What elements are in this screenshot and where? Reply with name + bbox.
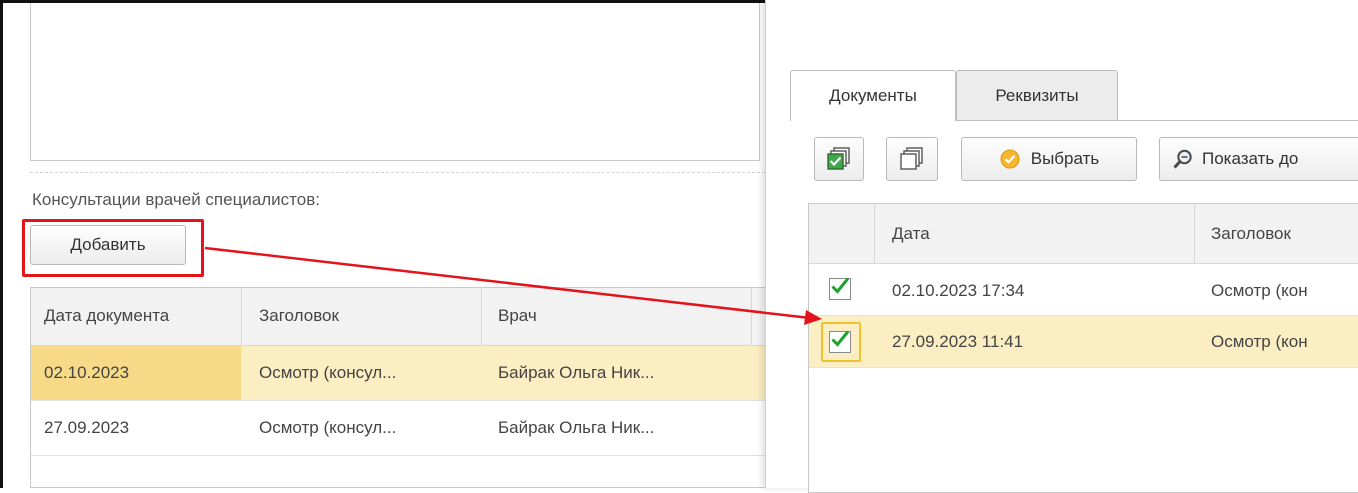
highlight-annotation <box>22 219 204 277</box>
checkmark-icon <box>831 330 850 347</box>
column-header-date[interactable]: Дата <box>892 224 930 244</box>
table-header: Дата документа Заголовок Врач <box>31 288 769 346</box>
column-divider <box>874 204 875 264</box>
row-checkbox[interactable] <box>829 330 851 353</box>
column-header-doctor[interactable]: Врач <box>498 306 537 326</box>
section-label: Консультации врачей специалистов: <box>32 190 320 209</box>
row-title: Осмотр (кон <box>1211 332 1308 351</box>
memo-field[interactable] <box>30 3 760 161</box>
uncheck-all-button[interactable] <box>886 137 938 181</box>
check-all-icon <box>827 147 850 170</box>
row-doctor: Байрак Ольга Ник... <box>498 418 655 437</box>
select-button[interactable]: Выбрать <box>961 137 1137 181</box>
table-row[interactable]: 02.10.2023 Осмотр (консул... Байрак Ольг… <box>31 346 769 401</box>
column-divider <box>241 288 242 346</box>
check-all-button[interactable] <box>814 137 864 181</box>
row-title: Осмотр (консул... <box>259 363 397 382</box>
row-checkbox[interactable] <box>829 277 851 300</box>
table-row[interactable]: 27.09.2023 11:41 Осмотр (кон <box>809 316 1358 368</box>
row-date: 27.09.2023 <box>44 418 130 437</box>
column-header-title[interactable]: Заголовок <box>259 306 339 326</box>
select-ok-icon <box>1000 149 1020 169</box>
show-documents-button[interactable]: Показать до <box>1159 137 1358 181</box>
row-date: 02.10.2023 <box>44 363 130 382</box>
table-row[interactable]: 02.10.2023 17:34 Осмотр (кон <box>809 264 1358 316</box>
column-header-date[interactable]: Дата документа <box>44 306 169 326</box>
table-row[interactable]: 27.09.2023 Осмотр (консул... Байрак Ольг… <box>31 401 769 456</box>
consultations-table: Дата документа Заголовок Врач 02.10.2023… <box>30 287 770 488</box>
checkmark-icon <box>831 277 850 294</box>
column-divider <box>751 288 752 346</box>
row-title: Осмотр (кон <box>1211 281 1308 300</box>
select-button-label: Выбрать <box>1030 149 1100 168</box>
uncheck-all-icon <box>900 147 923 170</box>
table-header: Дата Заголовок <box>809 204 1358 264</box>
documents-table: Дата Заголовок 02.10.2023 17:34 Осмотр (… <box>808 203 1358 493</box>
row-date: 27.09.2023 11:41 <box>892 332 1024 351</box>
row-doctor: Байрак Ольга Ник... <box>498 363 655 382</box>
show-documents-label: Показать до <box>1202 149 1299 168</box>
document-selection-window: Документы Реквизиты Выбрать Показать до <box>765 0 1358 493</box>
tab-requisites[interactable]: Реквизиты <box>956 70 1118 120</box>
tab-documents[interactable]: Документы <box>790 70 956 121</box>
magnifier-icon <box>1173 149 1192 169</box>
column-header-title[interactable]: Заголовок <box>1211 224 1291 244</box>
row-date: 02.10.2023 17:34 <box>892 281 1025 300</box>
column-divider <box>1194 204 1195 264</box>
column-divider <box>481 288 482 346</box>
row-title: Осмотр (консул... <box>259 418 397 437</box>
section-divider <box>30 172 765 173</box>
